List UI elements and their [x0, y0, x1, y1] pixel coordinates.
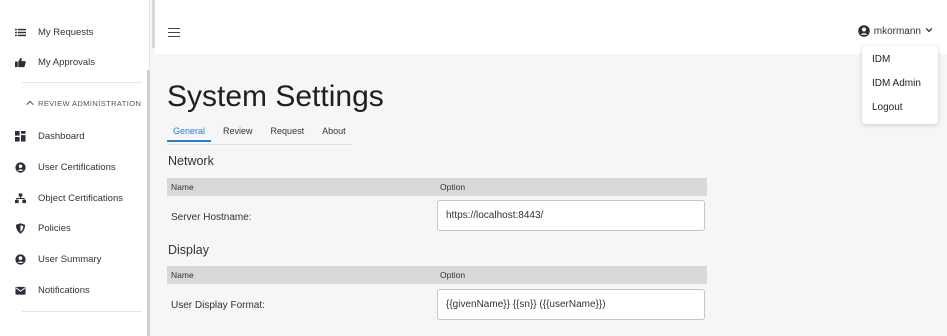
sidebar-item-label: Policies	[38, 222, 71, 234]
column-header-name: Name	[171, 270, 194, 280]
sidebar-item-my-approvals[interactable]: My Approvals	[0, 52, 147, 72]
user-display-format-label: User Display Format:	[171, 300, 265, 311]
top-header: mkormann	[155, 0, 947, 54]
column-header-option: Option	[440, 270, 466, 280]
tab-review[interactable]: Review	[217, 122, 259, 142]
tab-about[interactable]: About	[316, 122, 352, 142]
sitemap-icon	[0, 192, 38, 204]
section-review-administration[interactable]: REVIEW ADMINISTRATION	[0, 96, 147, 110]
user-display-format-input[interactable]	[437, 289, 705, 320]
section-label: REVIEW ADMINISTRATION	[38, 98, 142, 108]
menu-item-idm-admin[interactable]: IDM Admin	[872, 78, 921, 89]
section-heading-network: Network	[168, 154, 214, 168]
sidebar-item-object-certifications[interactable]: Object Certifications	[0, 188, 147, 208]
sidebar-item-user-certifications[interactable]: User Certifications	[0, 157, 147, 177]
user-cert-icon	[0, 161, 38, 173]
sidebar-item-notifications[interactable]: Notifications	[0, 280, 147, 300]
sidebar-item-label: Notifications	[38, 284, 90, 296]
sidebar-item-label: My Requests	[38, 26, 94, 38]
sidebar-item-user-summary[interactable]: User Summary	[0, 249, 147, 269]
user-dropdown-menu: IDM IDM Admin Logout	[862, 46, 938, 124]
sidebar-item-label: User Summary	[38, 253, 102, 265]
sidebar: My Requests My Approvals REVIEW ADMINIST…	[0, 0, 150, 336]
dashboard-icon	[0, 130, 38, 142]
sidebar-item-policies[interactable]: Policies	[0, 218, 147, 238]
user-circle-icon	[0, 253, 38, 265]
user-avatar-icon	[857, 25, 870, 37]
tab-general[interactable]: General	[167, 122, 212, 142]
chevron-up-icon	[0, 99, 38, 107]
server-hostname-input[interactable]	[437, 200, 705, 231]
thumbs-up-icon	[0, 57, 38, 68]
tab-underline	[167, 144, 352, 145]
column-header-option: Option	[440, 182, 466, 192]
chevron-down-icon	[925, 26, 933, 36]
user-menu-button[interactable]: mkormann	[857, 25, 933, 37]
shield-icon	[0, 222, 38, 234]
sidebar-item-dashboard[interactable]: Dashboard	[0, 126, 147, 146]
page-title: System Settings	[167, 80, 384, 113]
section-heading-display: Display	[168, 243, 209, 257]
sidebar-item-label: Object Certifications	[38, 192, 124, 204]
tab-request[interactable]: Request	[265, 122, 311, 142]
menu-item-logout[interactable]: Logout	[872, 102, 903, 113]
server-hostname-label: Server Hostname:	[171, 212, 252, 223]
sidebar-item-label: Dashboard	[38, 130, 85, 142]
table-header: Name Option	[167, 266, 707, 284]
hamburger-icon[interactable]	[168, 28, 180, 38]
settings-tabs: General Review Request About	[167, 122, 358, 146]
column-header-name: Name	[171, 182, 194, 192]
list-icon	[0, 27, 38, 38]
menu-item-idm[interactable]: IDM	[872, 54, 890, 65]
username-label: mkormann	[873, 25, 921, 37]
sidebar-scrollbar[interactable]	[147, 70, 150, 336]
sidebar-item-my-requests[interactable]: My Requests	[0, 22, 147, 42]
sidebar-divider	[22, 311, 142, 312]
sidebar-item-label: My Approvals	[38, 56, 96, 68]
envelope-icon	[0, 285, 38, 296]
table-header: Name Option	[167, 178, 707, 196]
sidebar-divider	[22, 82, 142, 83]
sidebar-item-label: User Certifications	[38, 161, 116, 173]
